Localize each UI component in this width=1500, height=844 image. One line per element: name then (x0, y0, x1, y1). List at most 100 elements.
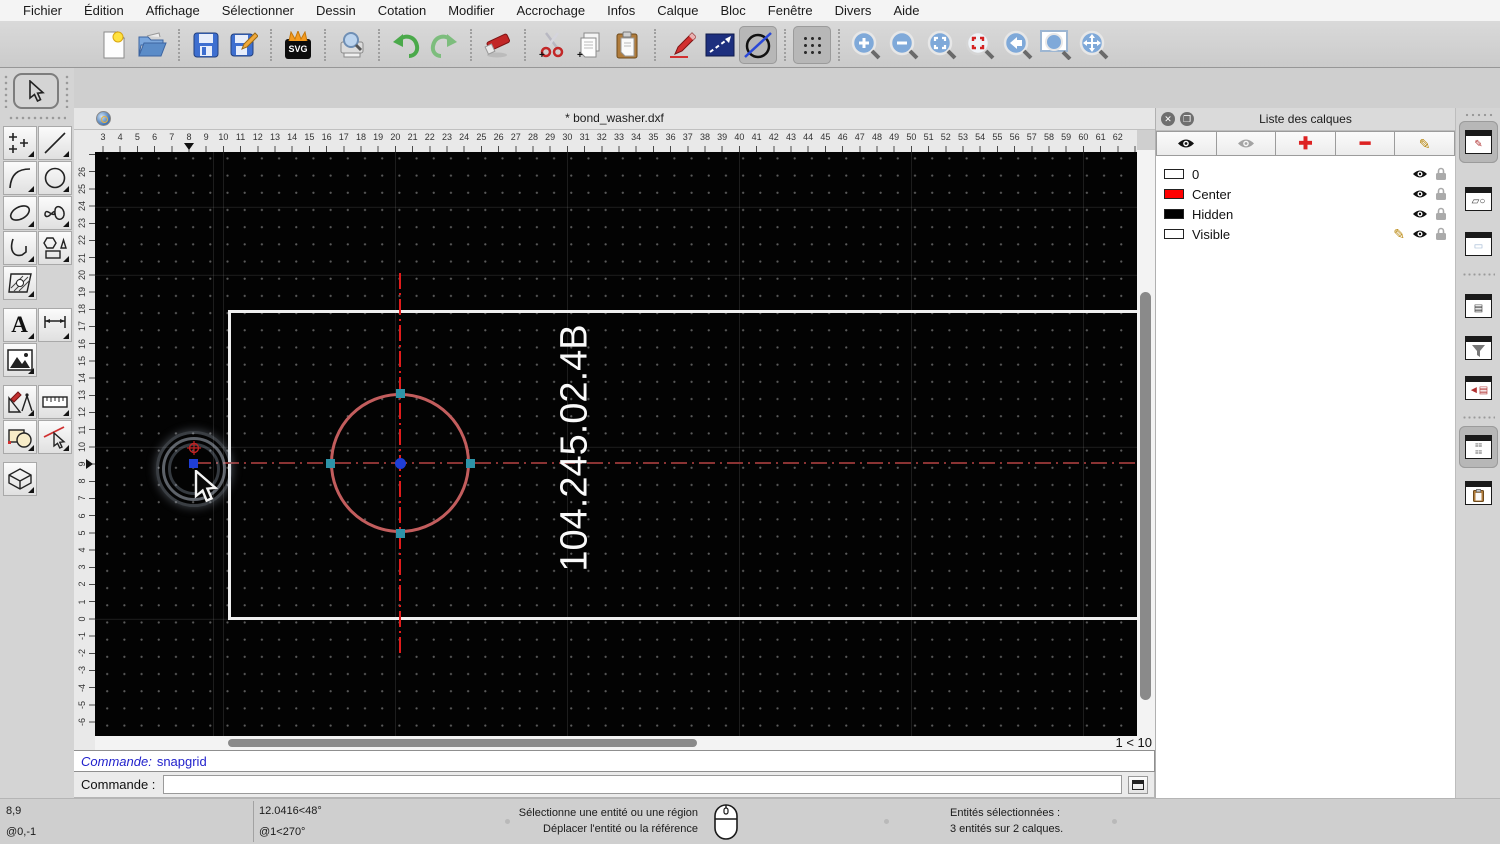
dock-command-line-button[interactable]: ≡≡ ≡≡ (1459, 426, 1498, 468)
part-number-annotation[interactable]: 104.245.02.4B (554, 324, 597, 571)
dock-block-list-button[interactable]: ▱○ (1459, 178, 1498, 220)
3d-box-tool-button[interactable] (2, 461, 37, 496)
redo-button[interactable] (425, 26, 463, 64)
draw-order-button[interactable] (701, 26, 739, 64)
dock-pen-palette-button[interactable]: ✎ (1459, 121, 1498, 163)
layer-row[interactable]: Center (1156, 184, 1455, 204)
spline-tool-button[interactable] (37, 195, 72, 230)
edit-layer-button[interactable]: ✎ (1395, 131, 1455, 156)
menu-item[interactable]: Accrochage (505, 3, 596, 18)
dimension-tool-button[interactable] (37, 307, 72, 342)
layer-row[interactable]: Hidden (1156, 204, 1455, 224)
undo-button[interactable] (387, 26, 425, 64)
save-button[interactable] (187, 26, 225, 64)
layer-lock-icon[interactable] (1435, 167, 1447, 181)
circle-left-grip[interactable] (325, 458, 335, 468)
ruler-top-number: 58 (1043, 132, 1054, 142)
command-detach-button[interactable] (1128, 775, 1148, 794)
cut-button[interactable]: + (533, 26, 571, 64)
menu-item[interactable]: Cotation (367, 3, 437, 18)
new-document-button[interactable] (95, 26, 133, 64)
zoom-previous-button[interactable] (999, 26, 1037, 64)
image-tool-button[interactable] (2, 342, 37, 377)
vertical-scrollbar[interactable] (1137, 150, 1155, 748)
horizontal-scrollbar-handle[interactable] (228, 739, 697, 747)
circle-center-grip[interactable] (394, 457, 406, 469)
dock-library-button[interactable]: ◄▤ (1459, 367, 1498, 409)
layer-visibility-icon[interactable] (1412, 168, 1428, 180)
add-layer-button[interactable]: ✚ (1276, 131, 1336, 156)
dock-separator (1462, 416, 1495, 419)
delete-button[interactable] (479, 26, 517, 64)
print-preview-button[interactable] (333, 26, 371, 64)
menu-item[interactable]: Modifier (437, 3, 505, 18)
layer-visibility-icon[interactable] (1412, 208, 1428, 220)
paste-button[interactable] (609, 26, 647, 64)
dock-preview-button[interactable]: ▭ (1459, 223, 1498, 265)
menu-item[interactable]: Édition (73, 3, 135, 18)
zoom-auto-button[interactable] (923, 26, 961, 64)
export-svg-button[interactable]: SVG (279, 26, 317, 64)
layer-row[interactable]: Visible ✎ (1156, 224, 1455, 244)
text-tool-button[interactable]: A (2, 307, 37, 342)
grid-icon (800, 32, 824, 57)
ruler-top-number: 18 (355, 132, 366, 142)
menu-item[interactable]: Fenêtre (757, 3, 824, 18)
menu-item[interactable]: Aide (882, 3, 930, 18)
pan-button[interactable] (1075, 26, 1113, 64)
line-tool-button[interactable] (37, 125, 72, 160)
command-input[interactable] (163, 775, 1122, 794)
horizontal-scrollbar[interactable] (95, 736, 1108, 750)
menu-item[interactable]: Fichier (12, 3, 73, 18)
zoom-window-button[interactable] (1037, 26, 1075, 64)
grid-toggle[interactable] (793, 25, 831, 64)
measure-tool-button[interactable] (37, 384, 72, 419)
dock-filter-button[interactable] (1459, 327, 1498, 369)
draft-tools-button[interactable] (2, 384, 37, 419)
vertical-scrollbar-handle[interactable] (1140, 292, 1151, 700)
deselect-tool-button[interactable] (37, 419, 72, 454)
centerline-endpoint-grip[interactable] (188, 458, 198, 468)
circle-top-grip[interactable] (395, 388, 405, 398)
open-file-button[interactable] (133, 26, 171, 64)
circle-bottom-grip[interactable] (395, 528, 405, 538)
remove-layer-button[interactable]: ━ (1335, 131, 1396, 156)
menu-item[interactable]: Dessin (305, 3, 367, 18)
drawing-window-titlebar[interactable]: * bond_washer.dxf (74, 108, 1155, 130)
circle-right-grip[interactable] (465, 458, 475, 468)
modify-tool-button[interactable] (2, 419, 37, 454)
copy-button[interactable]: + (571, 26, 609, 64)
circle-tool-button[interactable] (37, 160, 72, 195)
menu-item[interactable]: Affichage (135, 3, 211, 18)
dock-clipboard-button[interactable] (1459, 472, 1498, 514)
hide-all-layers-button[interactable] (1216, 131, 1277, 156)
zoom-redraw-button[interactable] (961, 26, 999, 64)
layer-visibility-icon[interactable] (1412, 228, 1428, 240)
ellipse-tool-button[interactable] (2, 195, 37, 230)
menu-item[interactable]: Calque (646, 3, 709, 18)
shapes-tool-button[interactable] (37, 230, 72, 265)
points-tool-button[interactable] (2, 125, 37, 160)
pen-attributes-button[interactable] (663, 26, 701, 64)
arc-tool-button[interactable] (2, 160, 37, 195)
menu-item[interactable]: Bloc (709, 3, 756, 18)
save-as-button[interactable] (225, 26, 263, 64)
layer-lock-icon[interactable] (1435, 207, 1447, 221)
menu-item[interactable]: Infos (596, 3, 646, 18)
menu-item[interactable]: Divers (824, 3, 883, 18)
zoom-out-button[interactable] (885, 26, 923, 64)
show-all-layers-button[interactable] (1156, 131, 1217, 156)
selection-pointer-button[interactable] (13, 73, 59, 109)
polyline-tool-button[interactable] (2, 230, 37, 265)
drawing-canvas[interactable]: 104.245.02.4B (95, 152, 1137, 736)
menu-item[interactable]: Sélectionner (211, 3, 305, 18)
hatch-tool-button[interactable] (2, 265, 37, 300)
zoom-in-button[interactable] (847, 26, 885, 64)
dock-entity-list-button[interactable]: ▤ (1459, 285, 1498, 327)
ruler-left-number: 12 (77, 407, 87, 418)
layer-lock-icon[interactable] (1435, 227, 1447, 241)
layer-row[interactable]: 0 (1156, 164, 1455, 184)
layer-lock-icon[interactable] (1435, 187, 1447, 201)
draft-mode-toggle[interactable] (739, 25, 777, 64)
layer-visibility-icon[interactable] (1412, 188, 1428, 200)
